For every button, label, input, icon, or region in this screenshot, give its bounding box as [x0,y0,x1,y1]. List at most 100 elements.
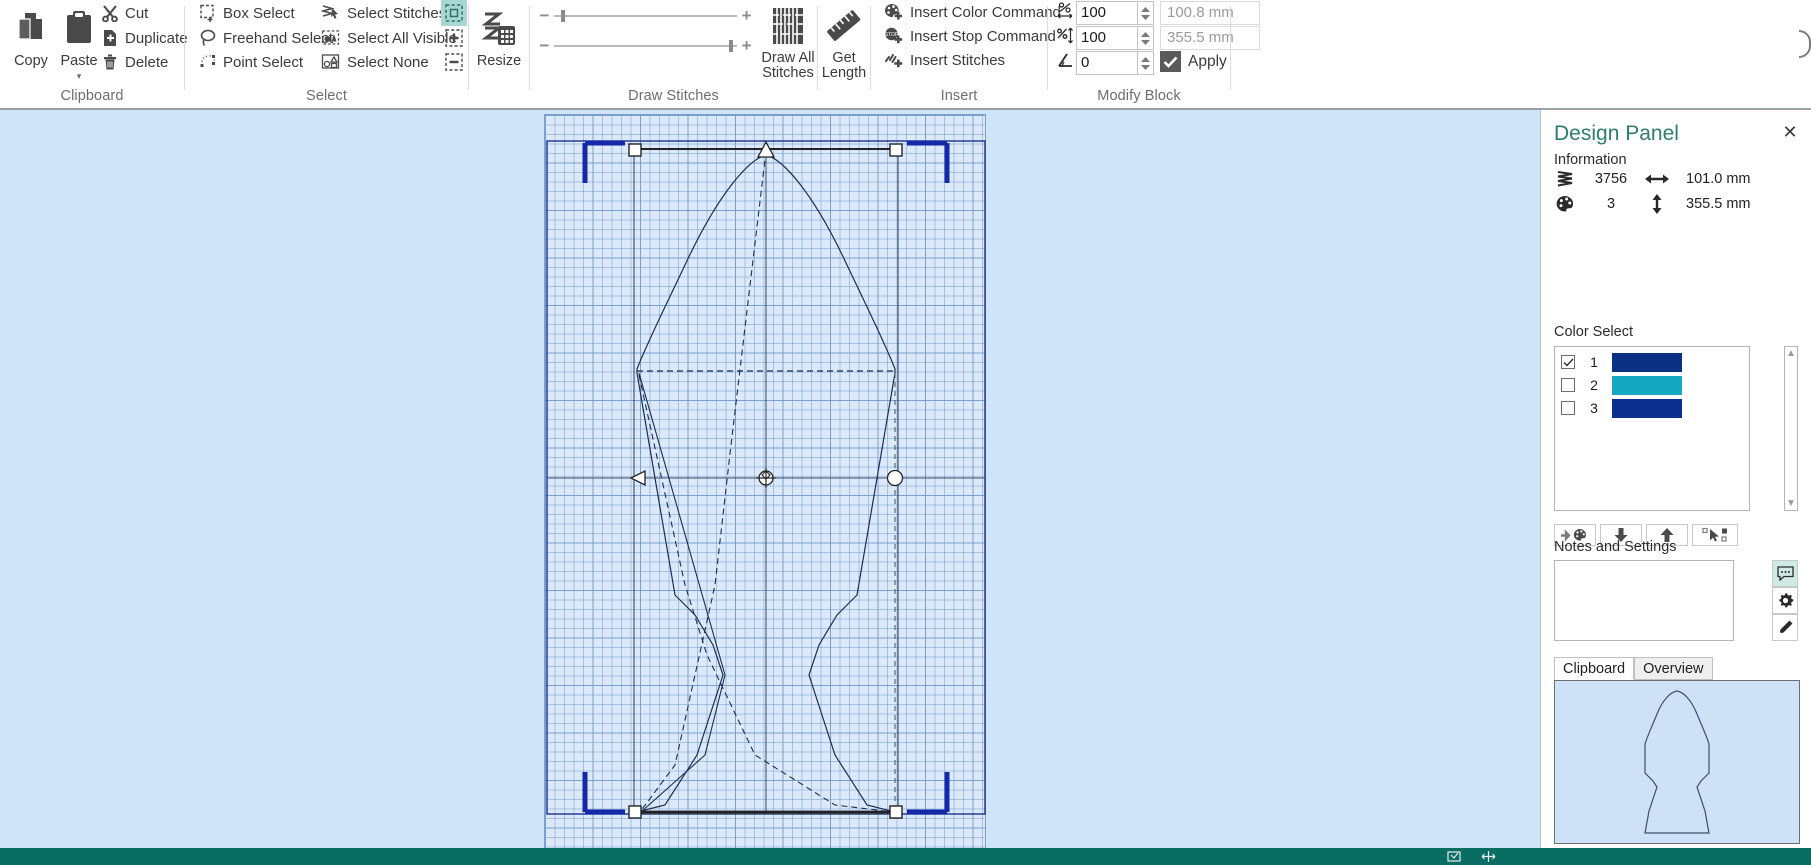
close-icon[interactable]: ✕ [1780,122,1800,142]
scroll-down-icon[interactable]: ▼ [1786,499,1796,509]
add-to-selection-button[interactable] [441,25,467,51]
height-percent-input[interactable]: 100 [1076,26,1138,50]
handle-bottom-right[interactable] [889,805,903,819]
design-canvas[interactable] [0,110,1540,848]
left-arrow-marker[interactable] [629,469,646,487]
slider-track[interactable] [553,10,738,22]
tab-overview[interactable]: Overview [1634,657,1713,680]
get-length-button[interactable]: Get Length [813,1,875,81]
select-all-visible-button[interactable]: Select All Visible [318,25,460,51]
select-mode-toggle-button[interactable] [441,0,467,26]
draw-stitches-start-slider[interactable]: − + [538,7,753,24]
width-percent-input[interactable]: 100 [1076,1,1138,25]
edit-notes-button[interactable] [1772,614,1798,641]
rotation-spinner[interactable] [1138,51,1154,75]
fit-to-window-icon[interactable] [1447,850,1462,863]
color-swatch[interactable] [1612,398,1682,418]
slider-minus-icon[interactable]: − [538,37,551,54]
settings-button[interactable] [1772,587,1798,614]
center-origin-marker[interactable] [756,468,776,488]
spinner-down-icon[interactable] [1141,14,1150,20]
select-stitches-button[interactable]: Select Stitches [318,0,449,26]
checkmark-icon [1563,358,1573,366]
color-visibility-checkbox[interactable] [1561,378,1575,392]
color-count-row: 3 355.5 mm [1554,194,1750,214]
ribbon-edge-arc[interactable] [1799,30,1811,58]
remove-from-selection-button[interactable] [441,49,467,75]
slider-thumb[interactable] [728,40,733,52]
color-index: 3 [1590,400,1598,416]
ribbon-group-modify-block: 100 100 0 100.8 mm 355.5 mm Apply Modify… [1048,0,1260,108]
draw-stitches-end-slider[interactable]: − + [538,37,753,54]
color-visibility-checkbox[interactable] [1561,355,1575,369]
insert-stitches-button[interactable]: Insert Stitches [881,47,1008,73]
point-select-button[interactable]: Point Select [196,49,306,75]
scissors-icon [101,4,119,22]
select-none-button[interactable]: Select None [318,49,432,75]
color-swatch[interactable] [1612,352,1682,372]
notes-textarea[interactable] [1554,560,1734,641]
spinner-up-icon[interactable] [1141,56,1150,62]
select-color-block-button[interactable] [1692,524,1738,546]
slider-minus-icon[interactable]: − [538,7,551,24]
color-list-item[interactable]: 1 [1558,351,1746,373]
insert-color-command-button[interactable]: Insert Color Command [881,0,1064,25]
ribbon-group-draw-stitches: − + − + Draw All Stitches Draw Stitches [530,0,817,108]
ribbon-group-resize: Resize [469,0,529,108]
box-select-button[interactable]: Box Select [196,0,298,26]
color-select-list[interactable]: 1 2 3 [1554,346,1750,511]
delete-button-label: Delete [125,53,169,71]
trash-icon [101,53,119,71]
scroll-up-icon[interactable]: ▲ [1786,349,1796,359]
spinner-up-icon[interactable] [1141,6,1150,12]
notes-button[interactable] [1772,560,1798,587]
group-title-draw-stitches: Draw Stitches [628,88,719,104]
insert-stitches-label: Insert Stitches [910,51,1006,69]
spinner-down-icon[interactable] [1141,39,1150,45]
select-all-visible-icon [321,29,341,47]
stitch-count-value: 3756 [1594,171,1628,187]
box-select-label: Box Select [223,4,295,22]
color-select-label: Color Select [1554,324,1633,340]
freehand-select-button[interactable]: Freehand Select [196,25,336,51]
svg-text:STOP: STOP [885,32,899,38]
slider-track[interactable] [553,40,738,52]
color-count-value: 3 [1606,196,1616,212]
apply-checkbox-group[interactable]: Apply [1160,51,1227,72]
slider-thumb[interactable] [561,10,566,22]
embroidery-hoop-grid[interactable] [544,114,986,848]
clipboard-preview[interactable] [1554,680,1800,844]
color-list-item[interactable]: 2 [1558,374,1746,396]
end-point-marker[interactable] [886,469,904,487]
group-title-insert: Insert [940,88,978,104]
insert-stop-command-icon: STOP [884,27,904,45]
ribbon-toolbar: Copy Paste ▾ Cut Duplicate Delete Clipbo… [0,0,1811,110]
width-percent-spinner[interactable] [1138,1,1154,25]
delete-button[interactable]: Delete [98,49,171,75]
apply-checkbox[interactable] [1160,51,1181,72]
stitch-path-solid-1 [638,372,726,813]
height-percent-icon [1054,27,1076,49]
pencil-icon [1778,620,1792,634]
color-visibility-checkbox[interactable] [1561,401,1575,415]
cut-button[interactable]: Cut [98,0,151,26]
handle-top-right[interactable] [889,143,903,157]
rotation-input[interactable]: 0 [1076,51,1138,75]
tab-clipboard[interactable]: Clipboard [1554,657,1635,680]
duplicate-button[interactable]: Duplicate [98,25,191,51]
handle-bottom-left[interactable] [628,805,642,819]
ribbon-group-select: Box Select Freehand Select Point Select … [185,0,468,108]
color-list-scrollbar[interactable]: ▲ ▼ [1784,346,1798,511]
insert-stop-command-button[interactable]: STOP Insert Stop Command [881,23,1059,49]
color-swatch[interactable] [1612,375,1682,395]
select-mode-icon [445,4,463,22]
spinner-down-icon[interactable] [1141,64,1150,70]
resize-button-label: Resize [476,53,522,69]
spinner-up-icon[interactable] [1141,31,1150,37]
color-list-item[interactable]: 3 [1558,397,1746,419]
handle-top-left[interactable] [628,143,642,157]
height-percent-spinner[interactable] [1138,26,1154,50]
resize-button[interactable]: Resize [468,4,530,69]
insert-color-command-label: Insert Color Command [910,3,1061,21]
actual-size-icon[interactable] [1480,850,1497,863]
